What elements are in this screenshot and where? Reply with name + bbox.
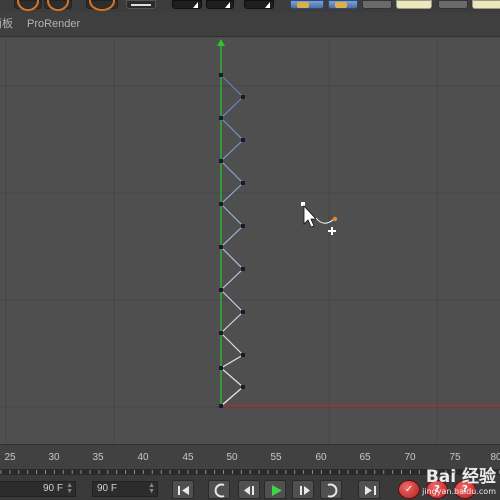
- next-frame-icon: [300, 486, 310, 495]
- timeline-tick-label: 65: [359, 452, 371, 463]
- spline-point: [241, 267, 245, 271]
- spinner-icon[interactable]: ▲ ▼: [148, 482, 155, 495]
- watermark-url: jingyan.baidu.com: [422, 487, 496, 496]
- y-axis-arrow: [217, 39, 225, 46]
- timeline-tick-label: 25: [4, 452, 16, 463]
- timeline-tick-label: 30: [48, 452, 60, 463]
- cursor-arrow-icon: [301, 202, 317, 228]
- watermark: Bai 经验 jingyan.baidu.com: [422, 462, 496, 496]
- spline-point: [241, 310, 245, 314]
- menu-bar: 面板 ProRender: [0, 12, 500, 37]
- start-frame-value: 90 F: [42, 483, 63, 494]
- start-frame-field[interactable]: 90 F ▲ ▼: [0, 481, 76, 497]
- spline-point: [219, 73, 223, 77]
- spline-point: [241, 353, 245, 357]
- skip-end-icon: [365, 486, 376, 495]
- end-frame-value: 90 F: [97, 483, 118, 494]
- skip-start-icon: [178, 486, 189, 495]
- rotate-icon[interactable]: [126, 0, 156, 9]
- menu-panel[interactable]: 面板: [0, 18, 13, 31]
- prev-key-button[interactable]: [208, 480, 230, 499]
- spline-point: [219, 116, 223, 120]
- spline-point: [219, 202, 223, 206]
- spinner-icon[interactable]: ▲ ▼: [66, 482, 73, 495]
- spline-point: [241, 224, 245, 228]
- timeline-tick-label: 50: [226, 452, 238, 463]
- spline-point: [219, 159, 223, 163]
- cube-icon[interactable]: [290, 0, 324, 9]
- spline-pen-icon[interactable]: [328, 0, 358, 9]
- timeline-tick-label: 35: [92, 452, 104, 463]
- render-view-icon[interactable]: [172, 0, 202, 9]
- scene-icon[interactable]: [396, 0, 432, 9]
- viewport-canvas: [0, 38, 500, 444]
- camera-icon[interactable]: [438, 0, 468, 9]
- lasso-icon[interactable]: [14, 0, 42, 11]
- timeline-tick-label: 60: [315, 452, 327, 463]
- zigzag-spline: [219, 74, 244, 407]
- menu-prorender[interactable]: ProRender: [27, 18, 80, 31]
- play-icon: [272, 485, 282, 496]
- spline-point: [219, 245, 223, 249]
- timeline-tick-label: 70: [404, 452, 416, 463]
- spline-point: [219, 288, 223, 292]
- spline-point: [241, 95, 245, 99]
- timeline-tick-label: 40: [137, 452, 149, 463]
- record-key-button[interactable]: ✓: [398, 480, 420, 499]
- next-key-icon: [327, 483, 338, 498]
- render-picture-icon[interactable]: [206, 0, 234, 9]
- top-toolbar: [0, 0, 500, 12]
- timeline-tick-label: 45: [182, 452, 194, 463]
- spline-point: [241, 181, 245, 185]
- render-settings-icon[interactable]: [244, 0, 274, 9]
- light-icon[interactable]: [472, 0, 500, 9]
- spline-point: [241, 385, 245, 389]
- viewport[interactable]: [0, 38, 500, 444]
- prev-frame-icon: [244, 486, 254, 495]
- spline-point: [241, 138, 245, 142]
- end-frame-field[interactable]: 90 F ▲ ▼: [92, 481, 158, 497]
- grid: [0, 38, 500, 444]
- subdivision-icon[interactable]: [362, 0, 392, 9]
- cursor-orange-point: [332, 216, 338, 222]
- next-frame-button[interactable]: [292, 480, 314, 499]
- prev-frame-button[interactable]: [238, 480, 260, 499]
- scale-icon[interactable]: [86, 0, 118, 11]
- spline-point: [219, 404, 223, 408]
- go-to-end-button[interactable]: [358, 480, 380, 499]
- record-key-icon: ✓: [404, 484, 414, 495]
- spline-point: [219, 366, 223, 370]
- timeline-tick-label: 55: [270, 452, 282, 463]
- spline-points: [219, 73, 245, 408]
- move-icon[interactable]: [44, 0, 72, 11]
- spline-point: [219, 331, 223, 335]
- prev-key-icon: [214, 483, 225, 498]
- watermark-logo: Bai 经验: [425, 467, 496, 487]
- next-key-button[interactable]: [320, 480, 342, 499]
- play-button[interactable]: [264, 480, 286, 499]
- go-to-start-button[interactable]: [172, 480, 194, 499]
- cursor-curve-hint: [315, 217, 335, 224]
